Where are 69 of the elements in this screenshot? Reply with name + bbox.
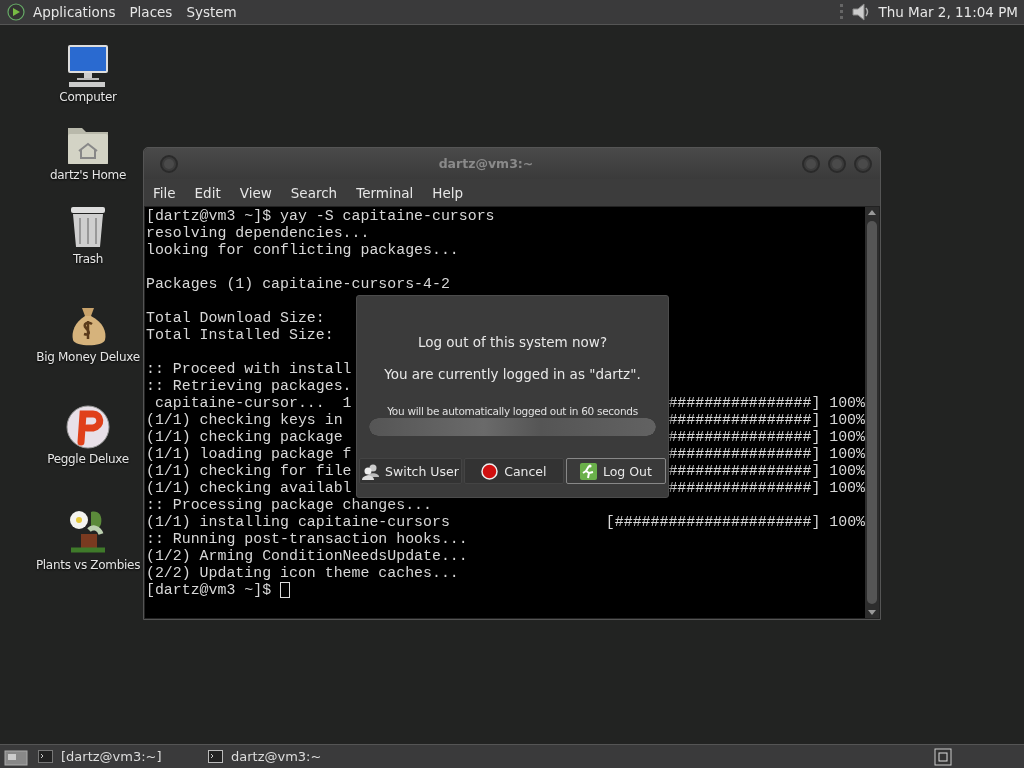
scrollbar[interactable] [865, 207, 879, 618]
letter-ball-icon[interactable] [65, 404, 111, 450]
terminal-line: :: Processing package changes... [146, 497, 432, 514]
icon-label[interactable]: Peggle Deluxe [47, 452, 129, 466]
task-label: dartz@vm3:~ [231, 749, 322, 764]
terminal-line: :: Retrieving packages. [146, 378, 352, 395]
menu-item[interactable]: Terminal [349, 184, 421, 201]
terminal-line: ################] 100% [668, 412, 865, 429]
terminal-line: :: Proceed with install [146, 361, 352, 378]
dialog-title: Log out of this system now? [417, 334, 608, 350]
task-label: [dartz@vm3:~] [61, 749, 162, 764]
terminal-line: ################] 100% [668, 446, 865, 463]
terminal-line: (2/2) Updating icon theme caches... [146, 565, 459, 582]
terminal-line: Packages (1) capitaine-cursors-4-2 [146, 276, 450, 293]
panel-handle-icon[interactable] [840, 3, 845, 21]
terminal-line: Total Installed Size: [146, 327, 334, 344]
menu-item[interactable]: File [146, 184, 183, 201]
terminal-line: ################] 100% [668, 429, 865, 446]
terminal-line: [dartz@vm3 ~]$ yay -S capitaine-cursors [146, 208, 495, 225]
menu-item[interactable]: System [179, 4, 244, 20]
menu-item[interactable]: Search [283, 184, 345, 201]
workspace-switcher-icon[interactable] [934, 747, 952, 766]
terminal-line: Total Download Size: [146, 310, 325, 327]
taskbar-button[interactable]: dartz@vm3:~ [200, 749, 370, 764]
terminal-line: (1/1) checking keys in [146, 412, 343, 429]
terminal-line: (1/1) checking package [146, 429, 343, 446]
terminal-line: (1/1) checking for file [146, 463, 352, 480]
scroll-down-icon[interactable] [868, 610, 876, 615]
icon-label[interactable]: dartz's Home [49, 168, 127, 182]
dialog-message: You are currently logged in as "dartz". [384, 366, 641, 382]
icon-label[interactable]: Computer [59, 90, 117, 104]
icon-label[interactable]: Big Money Deluxe [36, 350, 140, 364]
menu-item[interactable]: Edit [187, 184, 228, 201]
menu-item[interactable]: Help [425, 184, 471, 201]
terminal-line: ################] 100% [668, 463, 865, 480]
icon-label[interactable]: Plants vs Zombies [35, 558, 141, 572]
terminal-icon [208, 750, 223, 763]
icon-label[interactable]: Trash [72, 252, 104, 266]
dialog-button[interactable]: Cancel [463, 458, 564, 484]
dialog-button[interactable]: Switch User [359, 458, 462, 484]
menu-item[interactable]: Places [122, 4, 180, 20]
taskbar-button[interactable]: [dartz@vm3:~] [30, 749, 200, 764]
logo-icon[interactable] [6, 2, 26, 22]
users-icon [362, 462, 379, 480]
stop-icon [481, 462, 499, 480]
terminal-line: (1/1) checking availabl [146, 480, 352, 497]
scroll-up-icon[interactable] [868, 210, 876, 215]
window-title: dartz@vm3:~ [437, 156, 535, 171]
terminal-icon [38, 750, 53, 763]
scroll-thumb[interactable] [867, 221, 877, 604]
terminal-line: ################] 100% [668, 395, 865, 412]
dialog-button[interactable]: Log Out [565, 458, 666, 484]
terminal-line: capitaine-cursor... 1 [153, 395, 352, 412]
terminal-line: resolving dependencies... [146, 225, 370, 242]
computer-icon[interactable] [65, 44, 111, 88]
terminal-line: [dartz@vm3 ~]$ [146, 582, 273, 599]
menu-item[interactable]: View [232, 184, 279, 201]
terminal-line: looking for conflicting packages... [146, 242, 459, 259]
terminal-line: ################] 100% [668, 480, 865, 497]
terminal-line: (1/2) Arming ConditionNeedsUpdate... [146, 548, 468, 565]
terminal-line: :: Running post-transaction hooks... [146, 531, 468, 548]
terminal-line: (1/1) loading package f [146, 446, 352, 463]
exit-icon [579, 462, 597, 480]
terminal-line: [######################] 100% [605, 514, 865, 531]
terminal-line: (1/1) installing capitaine-cursors [146, 514, 450, 531]
menu-item[interactable]: Applications [26, 4, 123, 20]
clock[interactable]: Thu Mar 2, 11:04 PM [872, 4, 1018, 20]
show-desktop-icon[interactable] [4, 747, 30, 766]
countdown-text: You will be automatically logged out in 60 seconds [387, 405, 638, 417]
